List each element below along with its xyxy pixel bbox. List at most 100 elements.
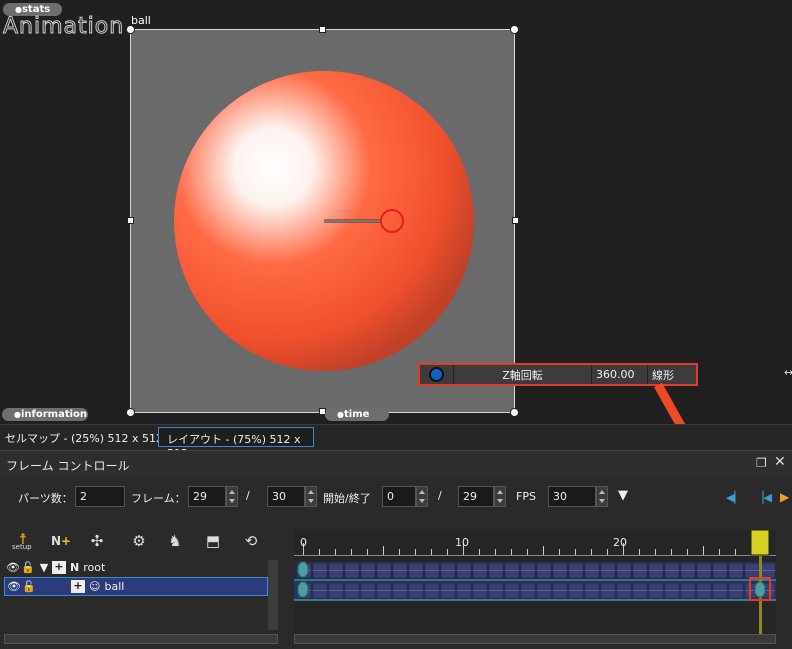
resize-handle-top[interactable]	[319, 26, 326, 33]
import-part-icon[interactable]: ⬒	[202, 530, 224, 552]
start-frame-field[interactable]: 0	[382, 486, 416, 507]
add-bone-icon[interactable]: ⚙	[128, 530, 150, 552]
ruler-tick	[607, 549, 608, 555]
timeline[interactable]: 0 10 20	[294, 530, 776, 634]
ruler-tick	[431, 549, 432, 555]
eye-icon[interactable]: 👁	[6, 561, 20, 574]
prev-frame-icon[interactable]: ▕◀	[755, 491, 772, 504]
total-frames-field[interactable]: 30	[267, 486, 305, 507]
keyframe-root-0	[297, 561, 309, 578]
fps-stepper[interactable]	[596, 486, 608, 507]
resize-handle-left[interactable]	[127, 217, 134, 224]
total-frames-stepper[interactable]	[305, 486, 317, 507]
replace-part-icon[interactable]: ⟲	[240, 530, 262, 552]
fps-label: FPS	[516, 490, 536, 503]
ruler-tick	[671, 549, 672, 555]
cellmap-status[interactable]: セルマップ - (25%) 512 x 512	[5, 430, 163, 446]
ruler-tick	[399, 549, 400, 555]
ruler-tick	[543, 546, 544, 555]
layout-status-tab[interactable]: レイアウト - (75%) 512 x 512	[158, 427, 314, 460]
tree-horizontal-scrollbar[interactable]	[4, 634, 278, 644]
tree-row-ball[interactable]: 👁 🔓 + ☺ ball	[4, 577, 268, 596]
animation-viewport[interactable]: stats Animation ball information	[0, 0, 792, 424]
keyframe-ball-0	[297, 581, 309, 598]
frame-separator: /	[246, 489, 250, 502]
ruler-tick	[319, 549, 320, 555]
timeline-horizontal-scrollbar[interactable]	[294, 634, 776, 644]
object-name-label: ball	[131, 14, 151, 27]
keyframe-color-cell[interactable]	[420, 365, 454, 384]
ruler-tick	[367, 549, 368, 555]
current-frame-field[interactable]: 29	[188, 486, 226, 507]
part-figure-icon: ☺	[89, 580, 101, 593]
ruler-tick	[719, 549, 720, 555]
resize-handle-bl[interactable]	[126, 408, 135, 417]
information-panel-toggle[interactable]: information	[2, 408, 88, 421]
play-icon[interactable]: ▶	[780, 490, 789, 504]
tick-label-20: 20	[613, 536, 627, 549]
start-end-label: 開始/終了	[323, 492, 371, 505]
tree-vertical-scrollbar[interactable]	[268, 560, 278, 630]
ruler-tick	[447, 549, 448, 555]
end-frame-stepper[interactable]	[494, 486, 506, 507]
frame-control-header: フレーム コントロール ❐ ✕	[0, 450, 792, 476]
tick-label-0: 0	[300, 536, 307, 549]
ruler-tick	[639, 549, 640, 555]
lock-open-icon[interactable]: 🔓	[21, 580, 37, 593]
resize-handle-tl[interactable]	[126, 25, 135, 34]
close-icon[interactable]: ✕	[774, 454, 786, 470]
null-type-label: N	[70, 561, 80, 574]
timeline-ruler[interactable]	[294, 530, 776, 634]
resize-handle-tr[interactable]	[510, 25, 519, 34]
ruler-tick	[415, 549, 416, 555]
keyframe-ball-29	[754, 581, 766, 598]
ruler-tick	[479, 549, 480, 555]
resize-handle-br[interactable]	[510, 408, 519, 417]
ruler-tick	[495, 549, 496, 555]
setup-label: setup	[12, 543, 32, 551]
restore-window-icon[interactable]: ❐	[756, 456, 767, 470]
layout-canvas[interactable]	[130, 29, 515, 413]
resize-handle-right[interactable]	[512, 217, 519, 224]
ball-sprite[interactable]	[131, 30, 514, 412]
animation-title: Animation	[2, 14, 125, 40]
tree-label-ball: ball	[104, 580, 125, 593]
add-mask-icon[interactable]: ♞	[164, 530, 186, 552]
ruler-tick	[591, 549, 592, 555]
plus-box-icon[interactable]: +	[52, 561, 66, 574]
fps-field[interactable]: 30	[548, 486, 596, 507]
plus-box-icon[interactable]: +	[71, 580, 85, 593]
parts-count-label: パーツ数：	[18, 492, 73, 505]
expand-triangle-icon[interactable]: ▼	[36, 561, 52, 574]
parts-count-field[interactable]: 2	[75, 486, 125, 507]
annotation-arrow-icon	[654, 382, 686, 424]
ruler-tick	[575, 549, 576, 555]
keyframe-property: Z軸回転	[454, 365, 592, 384]
ruler-tick	[687, 549, 688, 555]
lock-open-icon[interactable]: 🔓	[20, 561, 36, 574]
ruler-tick	[511, 549, 512, 555]
eye-icon[interactable]: 👁	[7, 580, 21, 593]
ruler-tick	[559, 549, 560, 555]
add-effect-icon[interactable]: ✣	[86, 530, 108, 552]
playhead-handle	[750, 530, 770, 556]
ruler-tick	[335, 549, 336, 555]
ruler-tick	[383, 546, 384, 555]
part-tree[interactable]: 👁 🔓 ▼ + N root 👁 🔓 + ☺ ball	[4, 558, 268, 628]
tree-row-root[interactable]: 👁 🔓 ▼ + N root	[4, 558, 268, 577]
add-null-part-icon[interactable]: N+	[50, 530, 72, 552]
frame-control-title: フレーム コントロール	[6, 459, 130, 473]
ruler-tick	[735, 549, 736, 555]
status-bar: セルマップ - (25%) 512 x 512 レイアウト - (75%) 51…	[0, 424, 792, 460]
end-frame-field[interactable]: 29	[458, 486, 494, 507]
ruler-tick	[527, 549, 528, 555]
start-frame-stepper[interactable]	[416, 486, 428, 507]
options-dropdown-icon[interactable]: ▼	[618, 488, 628, 503]
ruler-tick	[351, 549, 352, 555]
tree-label-root: root	[83, 561, 106, 574]
ruler-tick	[655, 549, 656, 555]
time-panel-toggle[interactable]: time	[325, 408, 389, 421]
frame-label: フレーム：	[131, 492, 186, 505]
first-frame-icon[interactable]: ◀▏	[726, 491, 743, 504]
current-frame-stepper[interactable]	[226, 486, 238, 507]
